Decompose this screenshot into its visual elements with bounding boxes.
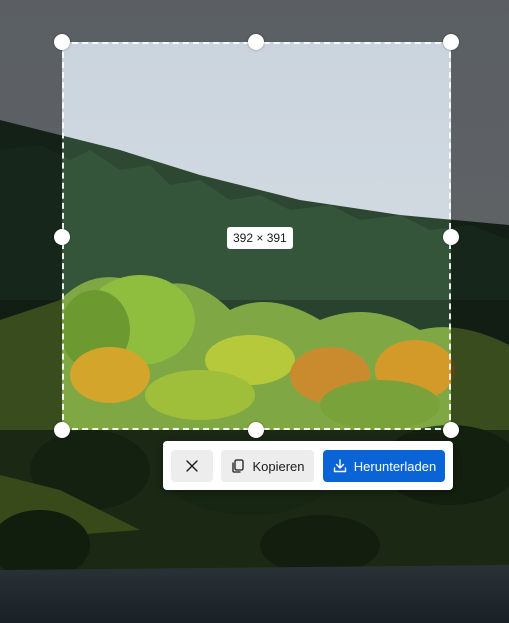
resize-handle-bottom-left[interactable]	[54, 422, 70, 438]
download-button-label: Herunterladen	[353, 458, 437, 474]
dim-overlay-right	[451, 42, 509, 430]
resize-handle-right[interactable]	[443, 229, 459, 245]
resize-handle-bottom[interactable]	[248, 422, 264, 438]
download-button[interactable]: Herunterladen	[323, 450, 445, 482]
selection-size-label: 392 × 391	[227, 227, 293, 249]
copy-button[interactable]: Kopieren	[221, 450, 314, 482]
download-icon	[332, 458, 348, 474]
resize-handle-bottom-right[interactable]	[443, 422, 459, 438]
crop-action-toolbar: Kopieren Herunterladen	[163, 441, 453, 490]
copy-button-label: Kopieren	[252, 458, 305, 474]
dim-overlay-left	[0, 42, 62, 430]
resize-handle-top-right[interactable]	[443, 34, 459, 50]
close-button[interactable]	[171, 450, 213, 482]
screenshot-crop-stage: 392 × 391 Kopieren Herunterladen	[0, 0, 509, 623]
resize-handle-top-left[interactable]	[54, 34, 70, 50]
resize-handle-left[interactable]	[54, 229, 70, 245]
close-icon	[184, 458, 200, 474]
resize-handle-top[interactable]	[248, 34, 264, 50]
copy-icon	[230, 458, 246, 474]
